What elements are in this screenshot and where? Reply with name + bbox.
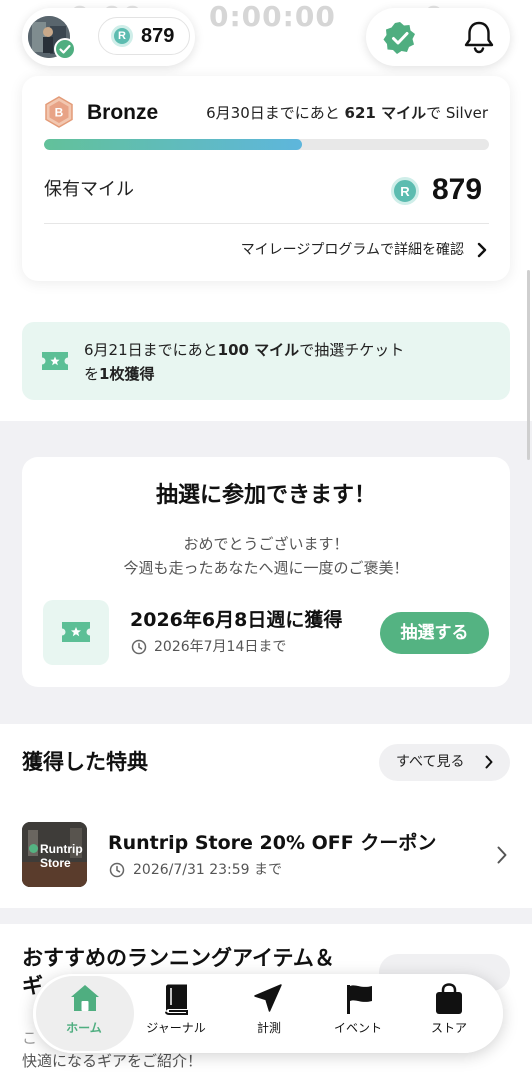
thumb-line2: Store xyxy=(40,856,71,870)
lottery-subtitle-1: おめでとうございます！ xyxy=(183,535,349,553)
bell-icon[interactable] xyxy=(462,19,496,55)
thumb-line1: Runtrip xyxy=(40,842,83,856)
chevron-right-icon[interactable] xyxy=(496,845,508,865)
flag-icon[interactable] xyxy=(344,983,374,1014)
recommended-subtitle: 快適になるギアをご紹介！ xyxy=(22,1052,203,1070)
nav-label-store[interactable]: ストア xyxy=(404,1020,494,1036)
owned-miles-label: 保有マイル xyxy=(44,179,134,200)
rank-note-prefix: 6月30日までにあと xyxy=(206,104,340,122)
mile-chip-count: 879 xyxy=(141,25,175,47)
journal-icon[interactable] xyxy=(162,983,192,1015)
ticket-middle: で抽選チケット xyxy=(299,341,405,359)
rank-note-value: 621 マイル xyxy=(344,104,427,122)
lottery-deadline: 2026年7月14日まで xyxy=(154,639,287,655)
runtrip-logo-icon xyxy=(29,844,38,853)
divider xyxy=(44,223,489,224)
navigation-arrow-icon[interactable] xyxy=(253,983,283,1013)
lottery-title: 抽選に参加できます！ xyxy=(155,483,376,508)
ticket-line2-prefix: を xyxy=(84,365,100,383)
section-divider xyxy=(0,908,532,924)
rank-note-suffix: で Silver xyxy=(426,104,488,122)
rank-progress-fill xyxy=(44,139,303,150)
lottery-week-label: 2026年6月8日週に獲得 xyxy=(130,609,343,631)
mileage-program-link[interactable]: マイレージプログラムで詳細を確認 xyxy=(241,240,464,260)
shopping-bag-icon[interactable] xyxy=(434,983,464,1014)
ticket-prefix: 6月21日までにあと xyxy=(84,341,218,359)
run-timer: 0:00:00 xyxy=(209,0,336,33)
nav-label-event[interactable]: イベント xyxy=(313,1020,403,1036)
avatar-verified-badge xyxy=(54,38,76,60)
ticket-value: 100 マイル xyxy=(217,341,300,359)
rank-name: Bronze xyxy=(87,101,159,124)
lottery-subtitle-2: 今週も走ったあなたへ週に一度のご褒美！ xyxy=(123,559,409,577)
coupon-thumbnail-text: Runtrip Store xyxy=(40,842,83,870)
nav-label-home[interactable]: ホーム xyxy=(39,1020,129,1036)
owned-miles-coin-icon: R xyxy=(391,177,419,205)
nav-label-journal[interactable]: ジャーナル xyxy=(131,1020,221,1036)
ticket-icon xyxy=(60,619,92,645)
draw-lottery-button[interactable]: 抽選する xyxy=(380,612,489,654)
clock-icon xyxy=(109,862,125,878)
bronze-badge-icon: B xyxy=(44,96,74,128)
benefits-title: 獲得した特典 xyxy=(22,750,148,774)
owned-miles-value: 879 xyxy=(432,173,483,206)
ticket-progress-text: 6月21日までにあと100 マイルで抽選チケット を1枚獲得 xyxy=(84,338,484,386)
see-all-label[interactable]: すべて見る xyxy=(396,752,464,772)
mile-coin-icon: R xyxy=(111,25,133,47)
chevron-right-icon[interactable] xyxy=(476,241,488,259)
verified-icon[interactable] xyxy=(382,20,418,56)
recommended-subtitle-start: こ xyxy=(22,1029,38,1047)
scrollbar[interactable] xyxy=(527,270,530,460)
clock-icon xyxy=(131,639,147,655)
coupon-deadline: 2026/7/31 23:59 まで xyxy=(133,862,283,878)
recommended-title: おすすめのランニングアイテム＆ xyxy=(22,946,335,970)
ticket-line2-value: 1枚獲得 xyxy=(99,365,155,383)
ticket-icon xyxy=(40,350,70,372)
nav-label-measure[interactable]: 計測 xyxy=(224,1020,314,1036)
rank-progress-bar xyxy=(44,139,489,150)
rank-upgrade-note: 6月30日までにあと 621 マイルで Silver xyxy=(206,103,488,123)
chevron-right-icon[interactable] xyxy=(484,754,494,770)
coupon-title[interactable]: Runtrip Store 20% OFF クーポン xyxy=(108,830,436,856)
bronze-badge-letter: B xyxy=(55,106,64,120)
home-icon[interactable] xyxy=(69,982,99,1012)
